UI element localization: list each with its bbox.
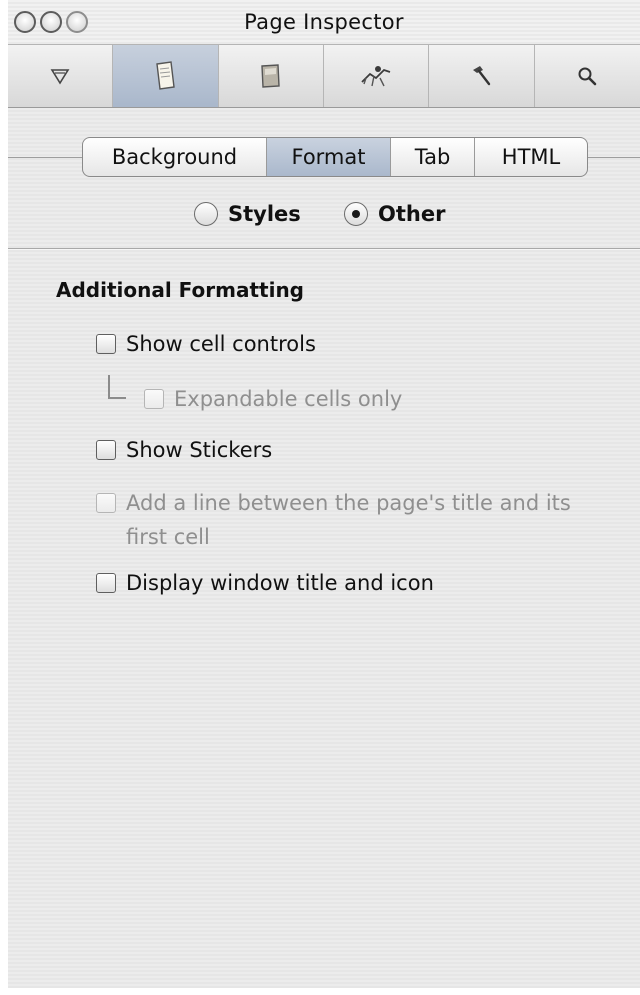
other-radio-option[interactable]: Other — [344, 199, 445, 229]
filter-funnel-icon — [50, 69, 70, 85]
styles-radio-label: Styles — [228, 202, 301, 226]
toolbar-cell-button[interactable] — [219, 45, 324, 107]
title-bar: Page Inspector — [8, 0, 640, 44]
toolbar-actions-button[interactable] — [324, 45, 430, 107]
dependency-tree-line — [108, 375, 126, 399]
expandable-cells-only-option: Expandable cells only — [144, 386, 402, 413]
show-stickers-label: Show Stickers — [126, 438, 273, 462]
window-title: Page Inspector — [244, 10, 404, 34]
display-window-title-checkbox[interactable] — [96, 573, 116, 593]
inspector-tabs: Background Format Tab HTML — [82, 137, 588, 177]
actions-icon — [361, 66, 391, 87]
toolbar-filter-button[interactable] — [8, 45, 114, 107]
toolbar-hammer-button[interactable] — [429, 45, 535, 107]
show-stickers-option[interactable]: Show Stickers — [96, 437, 272, 464]
section-title: Additional Formatting — [56, 278, 304, 302]
show-stickers-checkbox[interactable] — [96, 440, 116, 460]
title-line-label: Add a line between the page's title and … — [126, 491, 571, 549]
other-radio-button[interactable] — [344, 202, 368, 226]
show-cell-controls-option[interactable]: Show cell controls — [96, 331, 316, 358]
show-cell-controls-label: Show cell controls — [126, 332, 316, 356]
title-line-option: Add a line between the page's title and … — [96, 490, 596, 554]
cell-icon — [261, 64, 280, 88]
expandable-cells-only-checkbox — [144, 389, 164, 409]
toolbar-page-button[interactable] — [113, 45, 219, 107]
title-line-checkbox — [96, 493, 116, 513]
hammer-icon — [473, 66, 491, 86]
inspector-toolbar — [8, 44, 640, 108]
toolbar-search-button[interactable] — [535, 45, 640, 107]
expandable-cells-only-label: Expandable cells only — [174, 387, 403, 411]
other-radio-label: Other — [378, 202, 446, 226]
page-inspector-window: Page Inspector Background Format Tab HTM… — [8, 0, 640, 988]
tab-tab[interactable]: Tab — [391, 138, 475, 176]
tab-background[interactable]: Background — [83, 138, 267, 176]
display-window-title-option[interactable]: Display window title and icon — [96, 570, 434, 597]
tab-format[interactable]: Format — [267, 138, 391, 176]
tab-html[interactable]: HTML — [475, 138, 587, 176]
styles-radio-button[interactable] — [194, 202, 218, 226]
page-icon — [156, 61, 176, 90]
show-cell-controls-checkbox[interactable] — [96, 334, 116, 354]
search-icon — [578, 67, 597, 86]
section-divider — [8, 248, 640, 250]
styles-radio-option[interactable]: Styles — [194, 199, 301, 229]
display-window-title-label: Display window title and icon — [126, 571, 434, 595]
